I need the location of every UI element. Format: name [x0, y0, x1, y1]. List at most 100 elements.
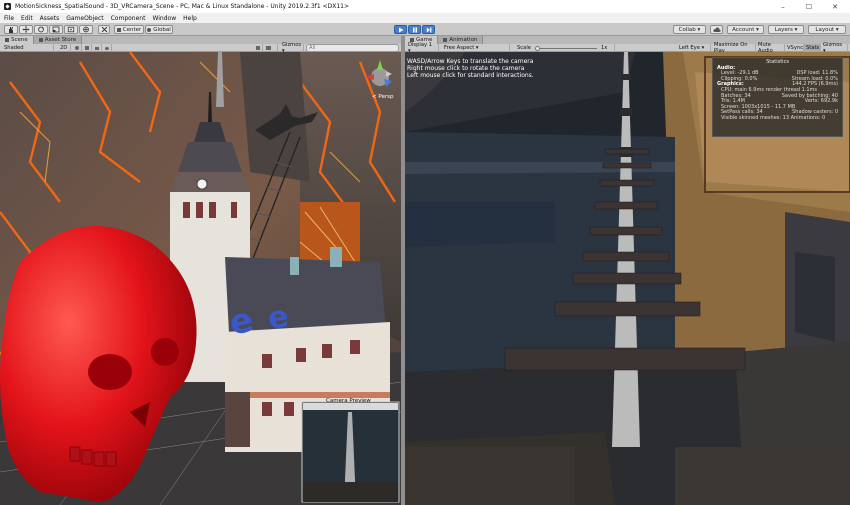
globe-icon [147, 27, 152, 32]
pivot-icon [116, 27, 121, 32]
account-dropdown[interactable]: Account ▾ [727, 25, 764, 34]
move-tool-icon [22, 26, 30, 33]
game-gizmos-dropdown[interactable]: Gizmos ▾ [821, 42, 848, 54]
menu-component[interactable]: Component [111, 15, 146, 22]
rotate-tool-button[interactable] [34, 25, 48, 34]
collab-dropdown[interactable]: Collab ▾ [673, 25, 706, 34]
title-bar: MotionSickness_SpatialSound - 3D_VRCamer… [0, 0, 850, 13]
scale-slider[interactable] [533, 44, 599, 52]
scene-view-toolbar: Shaded 2D Gizmos ▾ All [0, 42, 401, 54]
rect-tool-icon [67, 26, 75, 33]
scene-viewport[interactable]: e e < Persp Camera Preview [0, 52, 401, 505]
tab-scene-label: Scene [11, 37, 28, 43]
main-toolbar: Center Global Collab ▾ Account ▾ Layers … [0, 23, 850, 36]
scale-slider-track [535, 45, 597, 51]
lightbulb-icon [75, 46, 79, 50]
hand-tool-icon [9, 27, 13, 33]
step-button[interactable] [422, 25, 435, 34]
hand-tool-button[interactable] [4, 25, 18, 34]
transform-tool-icon [83, 26, 89, 33]
menu-gameobject[interactable]: GameObject [66, 15, 103, 22]
scene-camera-button[interactable] [254, 44, 263, 52]
rotate-tool-icon [38, 26, 44, 33]
wrench-icon [256, 46, 260, 50]
display-dropdown[interactable]: Display 1 ▾ [406, 42, 439, 54]
help-line-rotate: Right mouse click to rotate the camera [407, 65, 525, 72]
scale-slider-thumb[interactable] [535, 45, 540, 51]
scene-camera-dropdown[interactable] [264, 44, 278, 52]
scale-tool-button[interactable] [49, 25, 63, 34]
scene-search-input[interactable]: All [306, 44, 399, 52]
scene-tab-bar: Scene Asset Store [0, 36, 401, 44]
perspective-label[interactable]: < Persp [372, 94, 393, 101]
space-label: Global [153, 26, 171, 33]
menu-assets[interactable]: Assets [40, 15, 60, 22]
camera-preview-title: Camera Preview [326, 398, 371, 404]
scale-value: 1x [599, 44, 615, 52]
rect-tool-button[interactable] [64, 25, 78, 34]
space-toggle[interactable]: Global [145, 25, 173, 34]
unity-logo-icon [4, 3, 11, 10]
maximize-button[interactable]: ☐ [796, 0, 822, 13]
menu-edit[interactable]: Edit [21, 15, 33, 22]
tools-icon [101, 26, 107, 33]
pause-icon [412, 27, 417, 32]
play-icon [398, 27, 403, 32]
pivot-toggle[interactable]: Center [114, 25, 144, 34]
hidden-objects-toggle[interactable] [103, 44, 112, 52]
window-title: MotionSickness_SpatialSound - 3D_VRCamer… [15, 3, 350, 10]
tab-animation[interactable]: Animation [438, 36, 484, 44]
eye-dropdown[interactable]: Left Eye ▾ [677, 44, 711, 52]
step-icon [426, 27, 431, 32]
menu-bar: File Edit Assets GameObject Component Wi… [0, 13, 850, 23]
2d-toggle[interactable]: 2D [58, 44, 71, 52]
stats-verts: Verts: 692.9k [804, 98, 838, 105]
layout-dropdown[interactable]: Layout ▾ [808, 25, 846, 34]
tab-scene[interactable]: Scene [0, 36, 34, 44]
play-button[interactable] [394, 25, 407, 34]
game-tab-bar: Game Animation [405, 36, 850, 44]
stats-skinned: Visible skinned meshes: 13 Animations: 0 [721, 114, 826, 121]
help-line-translate: WASD/Arrow Keys to translate the camera [407, 58, 534, 65]
scene-gizmos-dropdown[interactable]: Gizmos ▾ [280, 42, 304, 54]
menu-window[interactable]: Window [152, 15, 176, 22]
cloud-button[interactable] [710, 25, 723, 34]
image-icon [95, 46, 99, 50]
menu-help[interactable]: Help [183, 15, 197, 22]
minimize-button[interactable]: – [770, 0, 796, 13]
vsync-toggle[interactable]: VSync [785, 44, 804, 52]
scene-render: e e [0, 52, 401, 505]
shading-mode-dropdown[interactable]: Shaded [2, 44, 54, 52]
menu-file[interactable]: File [4, 15, 14, 22]
pivot-label: Center [122, 26, 142, 33]
custom-tool-button[interactable] [98, 25, 110, 34]
camera-icon [266, 46, 271, 50]
effects-toggle[interactable] [93, 44, 102, 52]
audio-toggle[interactable] [83, 44, 92, 52]
stats-toggle[interactable]: Stats [804, 44, 821, 52]
cloud-icon [712, 27, 721, 32]
scene-icon [5, 38, 9, 42]
tab-asset-store-label: Asset Store [44, 37, 77, 43]
store-icon [38, 38, 43, 42]
scale-tool-icon [52, 26, 60, 33]
tab-animation-label: Animation [449, 37, 478, 43]
tab-asset-store[interactable]: Asset Store [33, 36, 83, 44]
pause-button[interactable] [408, 25, 421, 34]
lighting-toggle[interactable] [73, 44, 82, 52]
help-line-interact: Left mouse click for standard interactio… [407, 72, 534, 79]
layers-dropdown[interactable]: Layers ▾ [768, 25, 804, 34]
eye-icon [105, 46, 109, 50]
transform-tool-button[interactable] [79, 25, 93, 34]
maximize-on-play-toggle[interactable]: Maximize On Play [712, 42, 756, 54]
move-tool-button[interactable] [19, 25, 33, 34]
game-view-toolbar: Display 1 ▾ Free Aspect ▾ Scale 1x Left … [405, 42, 850, 54]
scale-label: Scale [517, 45, 531, 51]
statistics-panel: Statistics Audio: Level: -29.1 dB DSP loa… [712, 57, 843, 137]
animation-icon [443, 38, 448, 42]
help-text: WASD/Arrow Keys to translate the camera … [407, 58, 534, 79]
speaker-icon [85, 46, 89, 50]
close-button[interactable]: ✕ [822, 0, 848, 13]
aspect-dropdown[interactable]: Free Aspect ▾ [442, 44, 510, 52]
mute-audio-toggle[interactable]: Mute Audio [756, 42, 785, 54]
